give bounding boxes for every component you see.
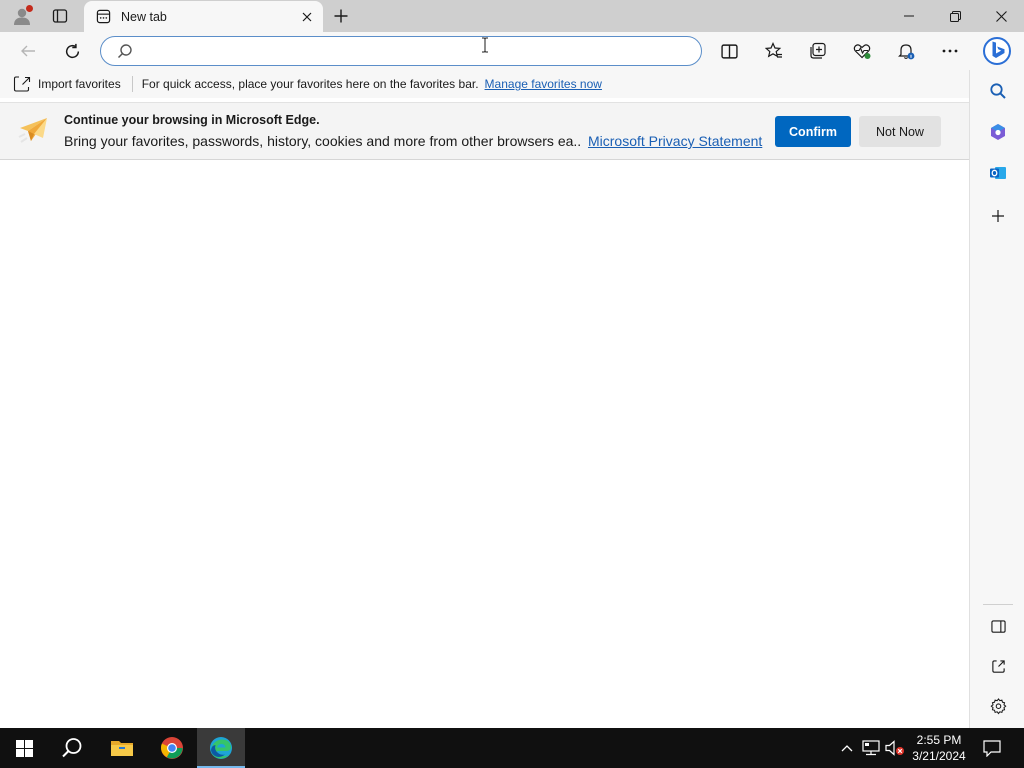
hide-sidebar-icon [990,619,1006,633]
import-favorites-button[interactable]: Import favorites [13,73,121,95]
action-center-icon [983,739,1001,757]
address-input[interactable] [143,41,683,61]
split-screen-icon [720,43,738,59]
start-button[interactable] [0,728,48,768]
sidebar-outlook-button[interactable] [983,158,1013,188]
hide-sidebar-button[interactable] [983,611,1013,641]
import-data-infobar: Continue your browsing in Microsoft Edge… [0,102,969,160]
close-window-button[interactable] [978,0,1024,32]
address-bar[interactable] [100,36,702,66]
settings-icon [990,697,1006,714]
restore-button[interactable] [932,0,978,32]
edge-browser-window: New tab Import favorites For quick acces… [0,0,1024,768]
sidebar-settings-button[interactable] [983,691,1013,721]
edge-icon [210,737,232,759]
confirm-button[interactable]: Confirm [775,116,851,147]
close-tab-button[interactable] [293,5,321,29]
add-icon [992,210,1004,222]
volume-button[interactable] [884,736,906,760]
outlook-icon [990,167,1006,179]
action-center-button[interactable] [978,728,1006,768]
chrome-icon [161,737,183,759]
file-explorer-button[interactable] [98,728,146,768]
refresh-button[interactable] [57,36,87,66]
search-icon [62,738,82,758]
favorites-divider [131,76,133,92]
clock-time: 2:55 PM [916,733,962,747]
privacy-statement-link[interactable]: Microsoft Privacy Statement [588,133,762,149]
collections-button[interactable] [803,36,833,66]
tab-actions-icon [52,9,68,23]
refresh-icon [65,43,79,58]
windows-taskbar: 2:55 PM 3/21/2024 [0,728,1024,768]
taskbar-search-button[interactable] [48,728,96,768]
more-options-button[interactable] [935,36,965,66]
close-icon [302,12,312,21]
minimize-button[interactable] [886,0,932,32]
favorites-bar: Import favorites For quick access, place… [0,70,969,98]
open-external-icon [991,659,1005,673]
browser-essentials-button[interactable] [847,36,877,66]
notifications-button[interactable] [891,36,921,66]
show-hidden-icons-button[interactable] [836,736,858,760]
infobar-description: Bring your favorites, passwords, history… [64,133,580,149]
windows-start-icon [15,739,33,757]
volume-muted-icon [885,740,904,756]
chrome-button[interactable] [148,728,196,768]
split-screen-button[interactable] [714,36,744,66]
copilot-apps-icon [991,124,1005,140]
taskbar-clock[interactable]: 2:55 PM 3/21/2024 [906,732,972,766]
sidebar-copilot-apps-button[interactable] [983,117,1013,147]
tab-actions-button[interactable] [46,3,74,29]
tab-title: New tab [121,9,167,24]
browser-essentials-icon [853,44,871,59]
copilot-icon [983,37,1011,65]
more-icon [942,49,958,53]
edge-sidebar [969,70,1024,728]
paper-plane-icon [18,118,47,143]
favorites-button[interactable] [759,36,789,66]
import-favorites-label: Import favorites [38,77,121,91]
manage-favorites-link[interactable]: Manage favorites now [485,77,602,91]
open-in-new-window-button[interactable] [983,651,1013,681]
profile-alert-dot [26,5,33,12]
notifications-icon [898,44,915,60]
navigation-toolbar [0,32,1024,70]
favorites-hint-text: For quick access, place your favorites h… [141,77,479,91]
new-tab-button[interactable] [328,3,354,29]
clock-date: 3/21/2024 [912,749,966,763]
sidebar-add-button[interactable] [983,201,1013,231]
text-cursor-icon [482,37,488,53]
sidebar-search-button[interactable] [983,76,1013,106]
page-content [0,160,969,728]
back-icon [21,45,35,57]
collections-icon [810,42,826,59]
chevron-up-icon [841,745,853,752]
network-button[interactable] [860,736,882,760]
minimize-icon [904,15,914,17]
edge-taskbar-button[interactable] [197,728,245,768]
tab-new-tab[interactable]: New tab [84,1,323,32]
copilot-button[interactable] [981,34,1013,68]
favorites-icon [765,42,782,58]
plus-icon [334,9,348,23]
network-icon [862,740,880,756]
profile-button[interactable] [8,3,36,29]
restore-icon [949,10,961,22]
sidebar-divider [983,604,1013,605]
tab-strip: New tab [0,0,1024,32]
not-now-button[interactable]: Not Now [859,116,941,147]
import-favorites-icon [13,76,31,92]
infobar-title: Continue your browsing in Microsoft Edge… [64,113,320,127]
back-button[interactable] [13,36,43,66]
new-tab-page-icon [95,9,111,25]
close-icon [995,10,1007,22]
search-icon [117,44,132,59]
search-icon [990,83,1006,99]
file-explorer-icon [111,741,133,756]
